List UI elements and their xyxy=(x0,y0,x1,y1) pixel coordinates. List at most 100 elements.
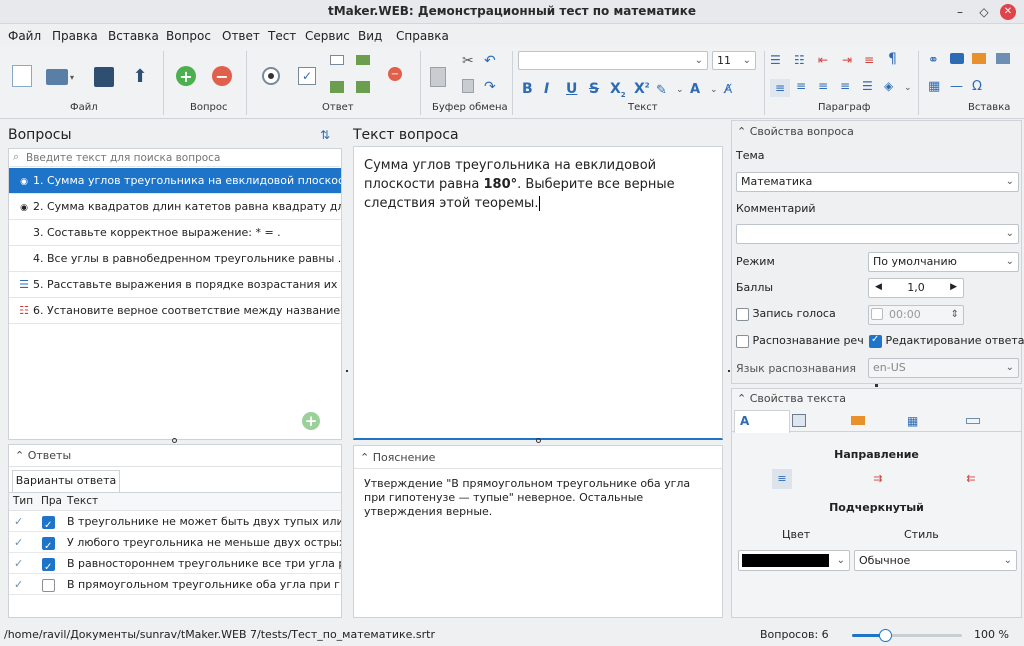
tab-paragraph[interactable] xyxy=(792,414,806,427)
zoom-slider-thumb[interactable] xyxy=(879,629,892,642)
tab-font[interactable]: A xyxy=(734,410,790,433)
maximize-icon[interactable]: ◇ xyxy=(976,4,992,20)
redo-icon[interactable]: ↷ xyxy=(484,79,496,95)
chevron-down-icon[interactable]: ⌄ xyxy=(676,85,684,95)
upload-icon[interactable]: ⬆ xyxy=(130,65,150,87)
copy-icon[interactable] xyxy=(462,79,474,93)
speech-recognition-checkbox[interactable]: Распознавание речи xyxy=(736,334,864,348)
menu-answer[interactable]: Ответ xyxy=(222,29,260,43)
font-size-select[interactable]: 11 ⌄ xyxy=(712,51,756,70)
superscript-button[interactable]: X2 xyxy=(634,81,650,97)
menu-edit[interactable]: Правка xyxy=(52,29,98,43)
correct-checkbox[interactable] xyxy=(42,574,55,594)
list-item[interactable]: 3. Составьте корректное выражение: * = . xyxy=(9,220,341,246)
bold-button[interactable]: B xyxy=(522,81,533,97)
menu-view[interactable]: Вид xyxy=(358,29,382,43)
question-editor[interactable]: Сумма углов треугольника на евклидовой п… xyxy=(353,146,723,440)
comment-icon[interactable] xyxy=(950,53,964,64)
underline-style-select[interactable]: Обычное ⌄ xyxy=(854,550,1017,571)
search-input[interactable] xyxy=(26,150,336,165)
list-item[interactable]: ☰ 5. Расставьте выражения в порядке возра… xyxy=(9,272,341,298)
image-answer-icon[interactable] xyxy=(356,55,370,65)
tab-image[interactable] xyxy=(851,416,865,425)
chevron-down-icon[interactable]: ▾ xyxy=(70,73,74,82)
italic-button[interactable]: I xyxy=(544,81,549,97)
table-icon[interactable]: ▦ xyxy=(928,79,940,94)
align-justify-icon[interactable]: ≡ xyxy=(840,79,850,93)
comment-select[interactable]: ⌄ xyxy=(736,224,1019,244)
radio-answer-icon[interactable] xyxy=(262,67,280,85)
score-stepper[interactable]: ◀ 1,0 ▶ xyxy=(868,278,964,298)
tab-answer-variants[interactable]: Варианты ответа xyxy=(12,470,120,492)
cut-icon[interactable]: ✂ xyxy=(462,53,474,69)
bullet-list-icon[interactable]: ☰ xyxy=(770,53,781,67)
indent-icon[interactable]: ⇥ xyxy=(842,53,852,67)
add-question-icon[interactable]: + xyxy=(302,412,320,430)
open-folder-icon[interactable] xyxy=(46,69,68,85)
chevron-down-icon[interactable]: ⌄ xyxy=(710,85,718,95)
splitter-handle[interactable] xyxy=(346,370,348,372)
text-props-header[interactable]: ⌃ Свойства текста xyxy=(737,392,846,405)
splitter-handle[interactable] xyxy=(875,384,878,387)
direction-rtl-icon[interactable]: ⇉ xyxy=(868,469,888,489)
text-answer-icon[interactable] xyxy=(330,55,344,65)
horizontal-line-icon[interactable]: — xyxy=(950,79,963,94)
menu-question[interactable]: Вопрос xyxy=(166,29,211,43)
zoom-slider[interactable] xyxy=(852,629,962,642)
topic-select[interactable]: Математика ⌄ xyxy=(736,172,1019,192)
table-row[interactable]: ✓ В прямоугольном треугольнике оба угла п… xyxy=(9,574,341,595)
correct-checkbox[interactable] xyxy=(42,553,55,573)
clear-format-icon[interactable]: A̸ xyxy=(724,82,732,96)
decrement-icon[interactable]: ◀ xyxy=(875,279,882,296)
splitter-handle[interactable] xyxy=(172,438,177,443)
search-box[interactable]: ⌕ xyxy=(10,149,340,167)
special-char-icon[interactable]: Ω xyxy=(972,79,982,94)
paste-icon[interactable] xyxy=(430,67,446,87)
tab-line[interactable] xyxy=(966,418,980,424)
direction-ltr-icon[interactable]: ≡ xyxy=(772,469,792,489)
outdent-icon[interactable]: ⇤ xyxy=(818,53,828,67)
underline-color-select[interactable]: ⌄ xyxy=(738,550,850,571)
pilcrow-icon[interactable]: ¶ xyxy=(888,51,897,67)
align-left-icon[interactable]: ≡ xyxy=(770,79,790,97)
sort-icon[interactable]: ⇅ xyxy=(320,128,330,142)
correct-checkbox[interactable] xyxy=(42,511,55,531)
strikethrough-button[interactable]: S xyxy=(589,81,599,97)
media-icon[interactable] xyxy=(996,53,1010,64)
menu-help[interactable]: Справка xyxy=(396,29,449,43)
table-row[interactable]: ✓ У любого треугольника не меньше двух ос… xyxy=(9,532,341,553)
chevron-down-icon[interactable]: ⌄ xyxy=(904,83,912,93)
splitter-handle[interactable] xyxy=(536,438,541,443)
align-center-icon[interactable]: ≡ xyxy=(796,79,806,93)
image-icon[interactable] xyxy=(972,53,986,64)
match-answer-icon[interactable] xyxy=(356,81,370,93)
minimize-icon[interactable]: – xyxy=(952,4,968,20)
link-icon[interactable]: ⚭ xyxy=(928,53,939,68)
voice-checkbox[interactable]: Запись голоса xyxy=(736,307,836,321)
fill-color-icon[interactable]: ◈ xyxy=(884,79,893,93)
answers-header[interactable]: ⌃ Ответы xyxy=(15,449,71,462)
table-row[interactable]: ✓ В треугольнике не может быть двух тупых… xyxy=(9,511,341,532)
question-text-content[interactable]: Сумма углов треугольника на евклидовой п… xyxy=(364,156,709,213)
remove-answer-icon[interactable]: − xyxy=(388,67,402,81)
numbered-list-icon[interactable]: ☷ xyxy=(794,53,805,67)
subscript-button[interactable]: X2 xyxy=(610,81,626,99)
table-row[interactable]: ✓ В равностороннем треугольнике все три у… xyxy=(9,553,341,574)
question-props-header[interactable]: ⌃ Свойства вопроса xyxy=(737,125,854,138)
menu-insert[interactable]: Вставка xyxy=(108,29,159,43)
undo-icon[interactable]: ↶ xyxy=(484,53,496,69)
direction-auto-icon[interactable]: ⇇ xyxy=(961,469,981,489)
edit-answer-checkbox[interactable]: Редактирование ответа xyxy=(869,334,1024,348)
column-correct[interactable]: Пра xyxy=(41,495,62,507)
increment-icon[interactable]: ▶ xyxy=(950,279,957,296)
align-right-icon[interactable]: ≡ xyxy=(818,79,828,93)
save-icon[interactable] xyxy=(94,67,114,87)
tab-table[interactable]: ▦ xyxy=(907,414,918,428)
correct-checkbox[interactable] xyxy=(42,532,55,552)
explanation-text[interactable]: Утверждение "В прямоугольном треугольник… xyxy=(364,477,699,519)
remove-question-icon[interactable]: − xyxy=(212,66,232,86)
menu-service[interactable]: Сервис xyxy=(305,29,350,43)
highlight-icon[interactable]: ✎ xyxy=(656,83,667,98)
list-item[interactable]: ☷ 6. Установите верное соответствие между… xyxy=(9,298,341,324)
order-answer-icon[interactable] xyxy=(330,81,344,93)
